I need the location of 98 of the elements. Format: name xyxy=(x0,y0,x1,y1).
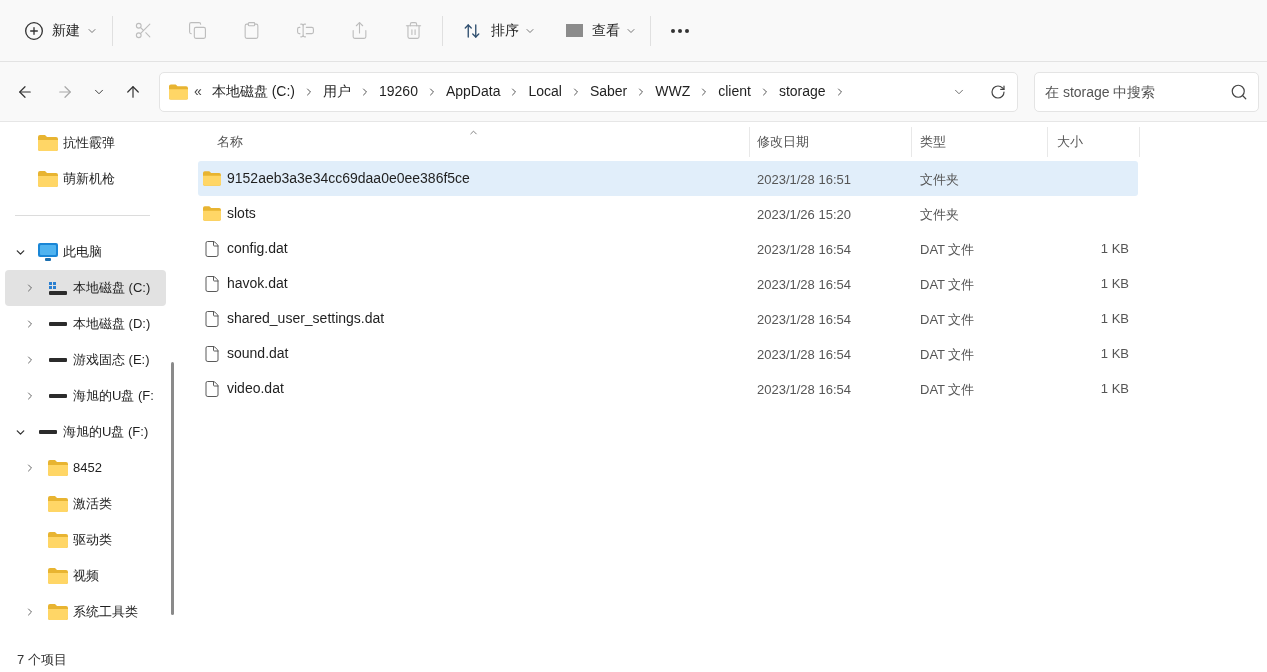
file-icon xyxy=(203,309,221,328)
folder-icon xyxy=(48,496,68,512)
plus-icon xyxy=(24,20,44,41)
file-size: 1 KB xyxy=(1100,239,1129,258)
drive-icon xyxy=(49,322,67,326)
file-name: shared_user_settings.dat xyxy=(227,309,385,328)
tree-item[interactable]: 本地磁盘 (C:) xyxy=(5,270,166,306)
breadcrumb[interactable]: 用户 xyxy=(323,81,351,102)
rectangle-icon xyxy=(566,24,583,37)
folder-icon xyxy=(38,171,58,187)
file-icon xyxy=(203,379,221,398)
tree-item[interactable]: 游戏固态 (E:) xyxy=(5,342,166,378)
file-name: sound.dat xyxy=(227,344,289,363)
file-type: DAT 文件 xyxy=(920,241,975,257)
scrollbar-thumb[interactable] xyxy=(170,362,174,615)
file-type: DAT 文件 xyxy=(920,311,975,327)
file-name: config.dat xyxy=(227,239,288,258)
monitor-icon xyxy=(38,243,58,261)
folder-icon xyxy=(48,460,68,476)
breadcrumb[interactable]: WWZ xyxy=(655,81,691,102)
breadcrumb[interactable]: 本地磁盘 (C:) xyxy=(211,81,295,102)
file-type: 文件夹 xyxy=(920,171,959,187)
address-bar[interactable]: « 本地磁盘 (C:) 用户 19260 AppData Local Saber WWZ client storage xyxy=(159,71,1018,112)
breadcrumb[interactable]: 19260 xyxy=(379,81,418,102)
breadcrumb[interactable]: storage xyxy=(778,81,826,102)
file-row[interactable]: shared_user_settings.dat 2023/1/28 16:54 DAT 文件 1 KB xyxy=(198,301,1138,336)
column-header[interactable]: 大小 xyxy=(1048,127,1140,157)
folder-icon xyxy=(48,604,68,620)
refresh-icon xyxy=(990,83,1006,100)
item-count: 7 个项目 xyxy=(17,651,67,670)
breadcrumb[interactable]: Local xyxy=(528,81,562,102)
file-type: DAT 文件 xyxy=(920,381,975,397)
modified-date: 2023/1/28 16:51 xyxy=(757,171,851,187)
trash-icon xyxy=(403,21,423,40)
tree-item[interactable]: 抗性霰弹 xyxy=(5,125,166,161)
tree-item[interactable]: 此电脑 xyxy=(5,234,166,270)
text-cursor-icon xyxy=(295,21,315,40)
modified-date: 2023/1/28 16:54 xyxy=(757,276,851,292)
file-name: slots xyxy=(227,204,256,223)
breadcrumb[interactable]: client xyxy=(718,81,751,102)
tree-item[interactable]: 系统工具类 xyxy=(5,594,166,630)
file-icon xyxy=(203,239,221,258)
drive-icon xyxy=(49,358,67,362)
copy-icon xyxy=(187,21,207,40)
folder-icon xyxy=(48,532,68,548)
search-field[interactable]: 在 storage 中搜索 xyxy=(1034,71,1259,112)
modified-date: 2023/1/28 16:54 xyxy=(757,381,851,397)
file-row[interactable]: sound.dat 2023/1/28 16:54 DAT 文件 1 KB xyxy=(198,336,1138,371)
more-icon xyxy=(671,28,689,33)
scissors-icon xyxy=(133,21,153,40)
breadcrumb[interactable]: Saber xyxy=(589,81,628,102)
folder-icon xyxy=(169,83,188,100)
tree-item[interactable]: 本地磁盘 (D:) xyxy=(5,306,166,342)
search-icon xyxy=(1230,82,1248,101)
folder-icon xyxy=(48,568,68,584)
column-header[interactable]: 名称 xyxy=(198,127,750,157)
column-header[interactable]: 修改日期 xyxy=(750,127,912,157)
modified-date: 2023/1/28 16:54 xyxy=(757,241,851,257)
tree-item[interactable]: 8452 xyxy=(5,450,166,486)
drive-icon xyxy=(39,430,57,434)
new-button[interactable]: 新建 xyxy=(20,10,102,51)
tree-item[interactable]: 驱动类 xyxy=(5,522,166,558)
folder-icon xyxy=(203,206,221,221)
sort-arrows-icon xyxy=(463,21,481,40)
file-row[interactable]: havok.dat 2023/1/28 16:54 DAT 文件 1 KB xyxy=(198,266,1138,301)
tree-item[interactable]: 视频 xyxy=(5,558,166,594)
drive-icon xyxy=(49,281,67,295)
folder-icon xyxy=(203,171,221,186)
file-size: 1 KB xyxy=(1100,274,1129,293)
file-size: 1 KB xyxy=(1100,379,1129,398)
file-row[interactable]: 9152aeb3a3e34cc69daa0e0ee386f5ce 2023/1/28 16:51 文件夹 xyxy=(198,161,1138,196)
modified-date: 2023/1/28 16:54 xyxy=(757,311,851,327)
modified-date: 2023/1/28 16:54 xyxy=(757,346,851,362)
modified-date: 2023/1/26 15:20 xyxy=(757,206,851,222)
overflow-chevrons[interactable]: « xyxy=(194,81,202,102)
breadcrumb[interactable]: AppData xyxy=(445,81,501,102)
file-name: havok.dat xyxy=(227,274,288,293)
column-header[interactable]: 类型 xyxy=(912,127,1048,157)
sort-button[interactable]: 排序 xyxy=(458,10,541,51)
file-icon xyxy=(203,274,221,293)
file-name: video.dat xyxy=(227,379,284,398)
file-row[interactable]: slots 2023/1/26 15:20 文件夹 xyxy=(198,196,1138,231)
drive-icon xyxy=(49,394,67,398)
folder-icon xyxy=(38,135,58,151)
tree-item[interactable]: 海旭的U盘 (F:) xyxy=(5,414,166,450)
file-name: 9152aeb3a3e34cc69daa0e0ee386f5ce xyxy=(227,169,470,188)
file-type: 文件夹 xyxy=(920,206,959,222)
file-size: 1 KB xyxy=(1100,344,1129,363)
file-type: DAT 文件 xyxy=(920,276,975,292)
tree-item[interactable]: 海旭的U盘 (F: xyxy=(5,378,166,414)
tree-item[interactable]: 萌新机枪 xyxy=(5,161,166,197)
tree-item[interactable]: 激活类 xyxy=(5,486,166,522)
file-type: DAT 文件 xyxy=(920,346,975,362)
file-size: 1 KB xyxy=(1100,309,1129,328)
file-icon xyxy=(203,344,221,363)
file-row[interactable]: video.dat 2023/1/28 16:54 DAT 文件 1 KB xyxy=(198,371,1138,406)
view-button[interactable]: 查看 xyxy=(561,10,642,51)
file-row[interactable]: config.dat 2023/1/28 16:54 DAT 文件 1 KB xyxy=(198,231,1138,266)
